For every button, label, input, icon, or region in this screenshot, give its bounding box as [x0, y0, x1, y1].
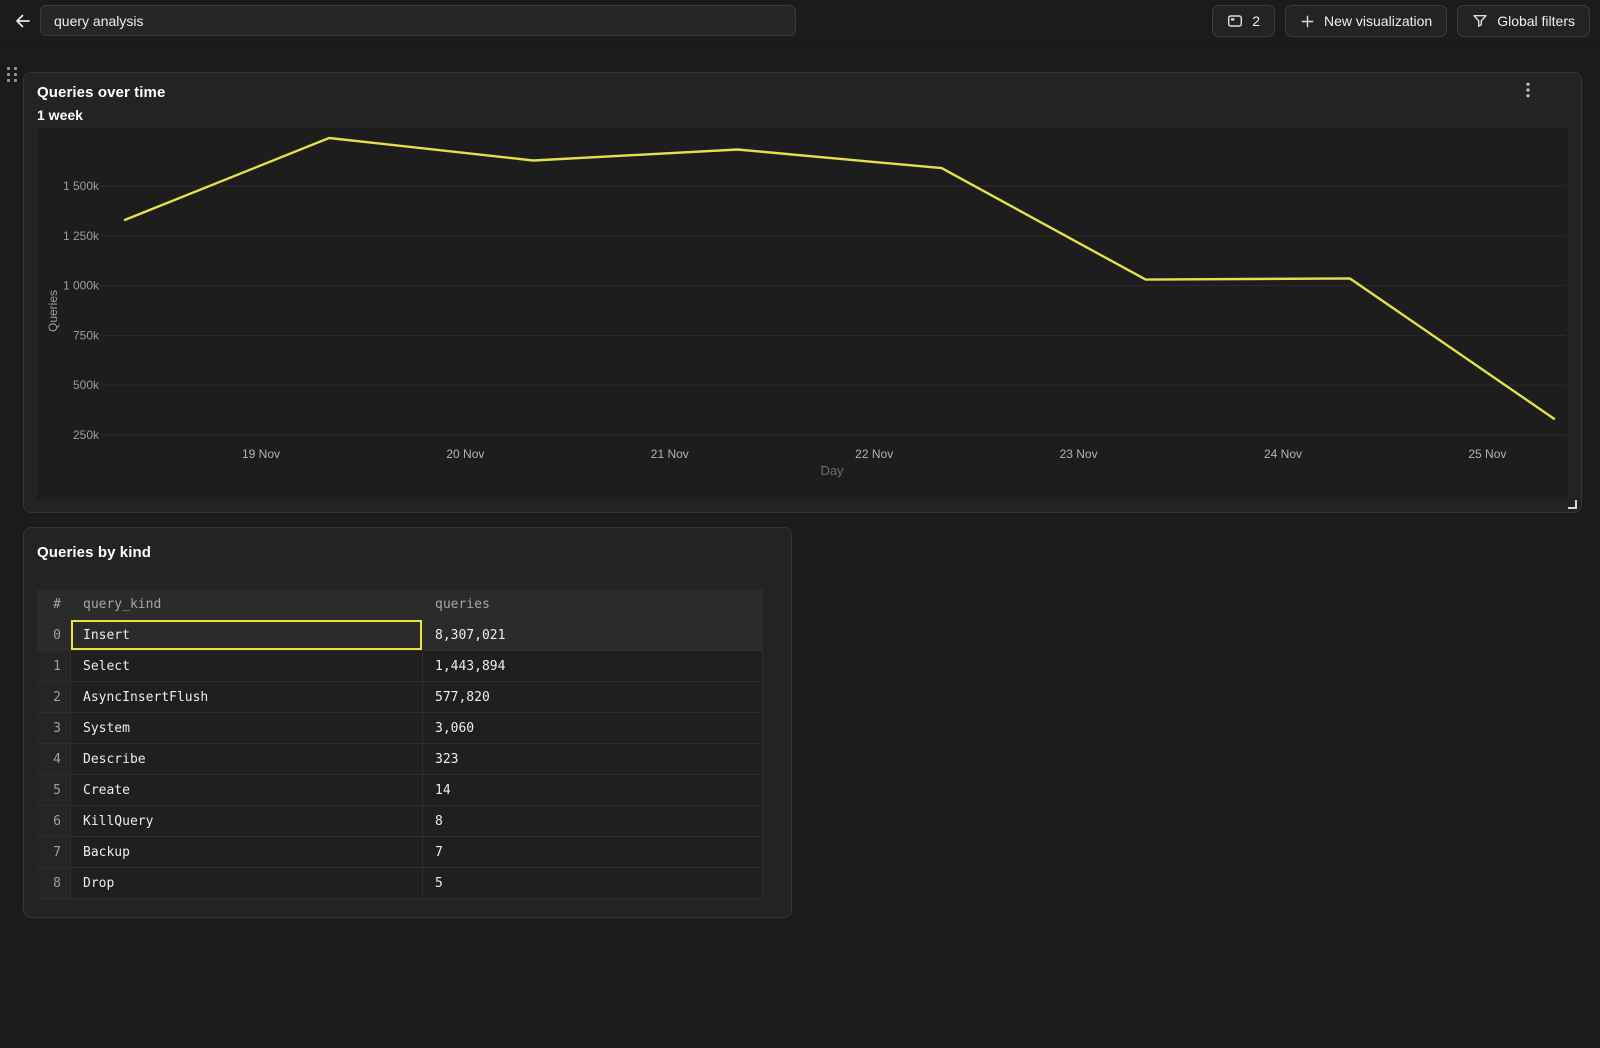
table-row: 5Create14	[37, 775, 763, 806]
cell-index[interactable]: 0	[37, 620, 70, 650]
svg-text:250k: 250k	[73, 428, 100, 442]
panel-resize-handle[interactable]	[1568, 500, 1577, 509]
column-header-index: #	[37, 590, 70, 619]
svg-text:25 Nov: 25 Nov	[1468, 447, 1506, 461]
cell-query-kind[interactable]: Select	[70, 651, 422, 681]
panel-drag-handle-icon[interactable]	[7, 67, 17, 82]
table-row: 3System3,060	[37, 713, 763, 744]
y-grid	[99, 186, 1565, 435]
table-row: 0Insert8,307,021	[37, 620, 763, 651]
cell-queries[interactable]: 8	[422, 806, 763, 836]
svg-text:500k: 500k	[73, 378, 100, 392]
back-button[interactable]	[10, 8, 36, 34]
cell-index[interactable]: 3	[37, 713, 70, 743]
svg-text:21 Nov: 21 Nov	[651, 447, 689, 461]
global-filters-button[interactable]: Global filters	[1457, 5, 1590, 37]
svg-text:1 250k: 1 250k	[63, 229, 100, 243]
y-axis-title: Queries	[46, 290, 60, 332]
cell-queries[interactable]: 8,307,021	[422, 620, 763, 650]
topbar-actions: 2 New visualization Global filters	[1212, 5, 1590, 37]
new-visualization-label: New visualization	[1324, 13, 1432, 29]
table-row: 7Backup7	[37, 837, 763, 868]
panel-menu-button[interactable]	[1519, 80, 1537, 100]
cell-query-kind[interactable]: Describe	[70, 744, 422, 774]
cell-index[interactable]: 7	[37, 837, 70, 867]
x-tick-labels: 19 Nov 20 Nov 21 Nov 22 Nov 23 Nov 24 Nov 25 N…	[242, 447, 1506, 461]
queries-line-series[interactable]	[125, 138, 1554, 419]
topbar: 2 New visualization Global filters	[0, 0, 1600, 42]
cell-queries[interactable]: 5	[422, 868, 763, 898]
dashboard-title-input[interactable]	[40, 5, 796, 36]
svg-text:1 500k: 1 500k	[63, 179, 100, 193]
cell-query-kind[interactable]: AsyncInsertFlush	[70, 682, 422, 712]
cell-queries[interactable]: 3,060	[422, 713, 763, 743]
svg-text:22 Nov: 22 Nov	[855, 447, 893, 461]
chart-panel-subtitle: 1 week	[37, 107, 83, 123]
cell-queries[interactable]: 323	[422, 744, 763, 774]
cell-index[interactable]: 6	[37, 806, 70, 836]
svg-text:24 Nov: 24 Nov	[1264, 447, 1302, 461]
svg-text:19 Nov: 19 Nov	[242, 447, 280, 461]
new-visualization-button[interactable]: New visualization	[1285, 5, 1447, 37]
arrow-left-icon	[14, 12, 32, 30]
x-axis-title: Day	[820, 463, 844, 478]
table-row: 4Describe323	[37, 744, 763, 775]
svg-text:750k: 750k	[73, 328, 100, 342]
table-header-row: #query_kindqueries	[37, 590, 763, 620]
table-row: 1Select1,443,894	[37, 651, 763, 682]
cell-query-kind[interactable]: Create	[70, 775, 422, 805]
cell-queries[interactable]: 577,820	[422, 682, 763, 712]
table-row: 2AsyncInsertFlush577,820	[37, 682, 763, 713]
table-row: 6KillQuery8	[37, 806, 763, 837]
cell-query-kind[interactable]: System	[70, 713, 422, 743]
cell-query-kind[interactable]: KillQuery	[70, 806, 422, 836]
table-row: 8Drop5	[37, 868, 763, 899]
cell-queries[interactable]: 7	[422, 837, 763, 867]
queries-by-kind-panel: Queries by kind #query_kindqueries0Inser…	[23, 527, 792, 918]
chart-panel-title: Queries over time	[37, 84, 165, 101]
cell-index[interactable]: 8	[37, 868, 70, 898]
svg-text:23 Nov: 23 Nov	[1060, 447, 1098, 461]
kebab-vertical-icon	[1526, 82, 1530, 98]
svg-text:1 000k: 1 000k	[63, 279, 100, 293]
cell-index[interactable]: 4	[37, 744, 70, 774]
cell-query-kind[interactable]: Insert	[70, 620, 422, 650]
column-header-queries: queries	[422, 590, 763, 619]
table-panel-title: Queries by kind	[37, 544, 151, 561]
chart-canvas[interactable]: 250k 500k 750k 1 000k 1 250k 1 500k 19 Nov 20 N…	[37, 128, 1568, 499]
column-header-query-kind: query_kind	[70, 590, 422, 619]
cell-query-kind[interactable]: Drop	[70, 868, 422, 898]
console-window-icon	[1227, 13, 1243, 29]
visualization-count-button[interactable]: 2	[1212, 5, 1275, 37]
queries-over-time-chart: 250k 500k 750k 1 000k 1 250k 1 500k 19 Nov 20 N…	[37, 128, 1568, 499]
visualization-count: 2	[1252, 13, 1260, 29]
cell-queries[interactable]: 14	[422, 775, 763, 805]
queries-over-time-panel: Queries over time 1 week 250k 500k 750k 1 0…	[23, 72, 1582, 513]
y-tick-labels: 250k 500k 750k 1 000k 1 250k 1 500k	[63, 179, 100, 442]
cell-index[interactable]: 2	[37, 682, 70, 712]
svg-text:20 Nov: 20 Nov	[446, 447, 484, 461]
funnel-icon	[1472, 13, 1488, 29]
plus-icon	[1300, 14, 1315, 29]
cell-queries[interactable]: 1,443,894	[422, 651, 763, 681]
cell-index[interactable]: 5	[37, 775, 70, 805]
cell-index[interactable]: 1	[37, 651, 70, 681]
queries-table: #query_kindqueries0Insert8,307,0211Selec…	[37, 590, 763, 899]
global-filters-label: Global filters	[1497, 13, 1575, 29]
cell-query-kind[interactable]: Backup	[70, 837, 422, 867]
